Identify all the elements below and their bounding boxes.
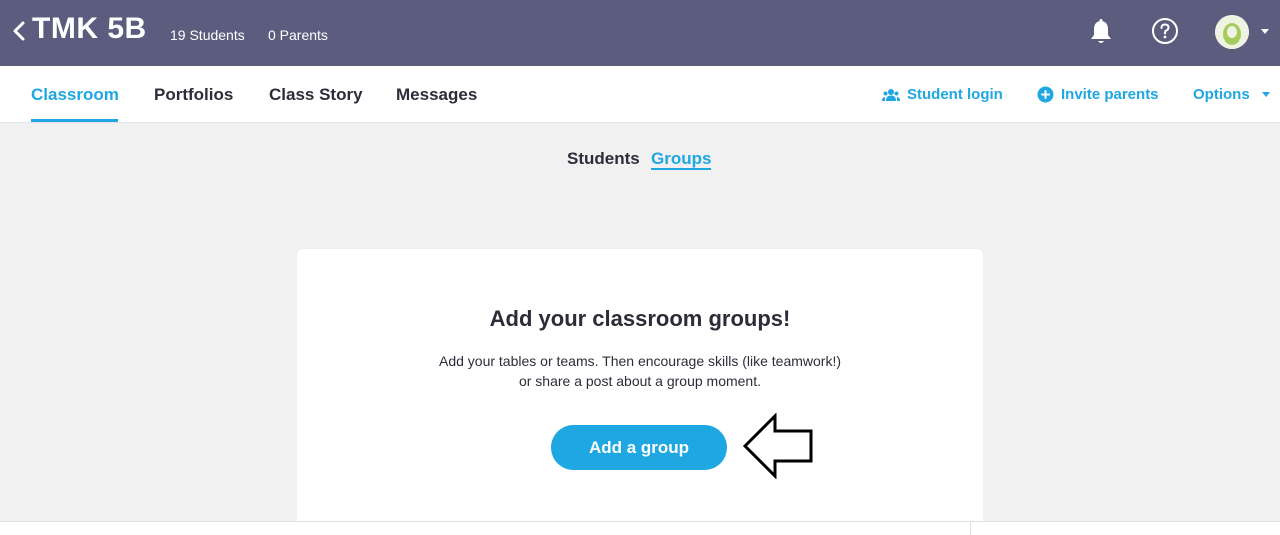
active-tab-indicator bbox=[31, 119, 118, 122]
invite-parents-button[interactable]: Invite parents bbox=[1037, 86, 1159, 103]
bottom-bar bbox=[0, 522, 1280, 535]
arrow-left-outline-icon bbox=[742, 413, 813, 479]
avatar[interactable] bbox=[1215, 15, 1249, 49]
tab-portfolios[interactable]: Portfolios bbox=[154, 85, 233, 105]
groups-underline bbox=[651, 168, 711, 170]
plus-circle-icon bbox=[1037, 86, 1054, 103]
tab-messages[interactable]: Messages bbox=[396, 85, 477, 105]
parents-count: 0 Parents bbox=[268, 27, 328, 43]
class-title: TMK 5B bbox=[32, 12, 147, 45]
tab-class-story[interactable]: Class Story bbox=[269, 85, 363, 105]
bottom-divider-vertical bbox=[970, 522, 971, 535]
options-dropdown[interactable]: Options bbox=[1193, 86, 1270, 103]
student-login-label: Student login bbox=[907, 86, 1003, 103]
card-heading: Add your classroom groups! bbox=[489, 306, 791, 331]
options-label: Options bbox=[1193, 86, 1250, 103]
top-bar: TMK 5B 19 Students 0 Parents bbox=[0, 0, 1280, 66]
chevron-down-icon[interactable] bbox=[1261, 29, 1269, 35]
nav-bar: Classroom Portfolios Class Story Message… bbox=[0, 66, 1280, 123]
card-description-line1: Add your tables or teams. Then encourage… bbox=[438, 353, 842, 369]
students-count: 19 Students bbox=[170, 27, 245, 43]
avatar-image bbox=[1215, 15, 1249, 49]
invite-parents-label: Invite parents bbox=[1061, 86, 1159, 103]
subtab-students[interactable]: Students bbox=[567, 149, 640, 169]
add-group-button[interactable]: Add a group bbox=[551, 425, 727, 470]
chevron-down-icon bbox=[1261, 91, 1270, 97]
student-login-button[interactable]: Student login bbox=[882, 86, 1003, 103]
tab-classroom[interactable]: Classroom bbox=[31, 85, 119, 105]
subtab-groups[interactable]: Groups bbox=[651, 149, 711, 169]
bell-icon[interactable] bbox=[1089, 18, 1113, 46]
empty-groups-card: Add your classroom groups! Add your tabl… bbox=[297, 249, 983, 535]
students-icon bbox=[882, 88, 900, 101]
card-description-line2: or share a post about a group moment. bbox=[518, 373, 762, 389]
help-icon[interactable] bbox=[1151, 17, 1179, 45]
chevron-left-icon[interactable] bbox=[10, 17, 30, 45]
